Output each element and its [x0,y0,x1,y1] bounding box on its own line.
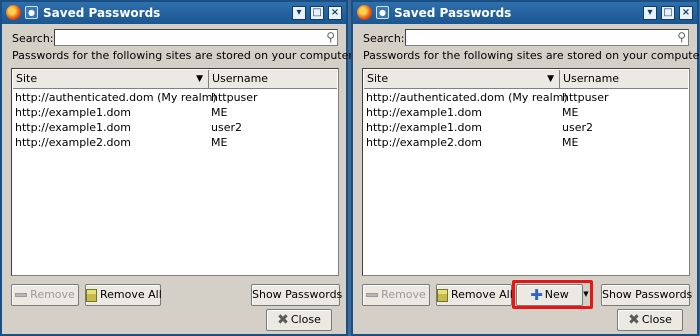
site-cell: http://example2.dom [15,136,131,149]
remove-all-button[interactable]: Remove All [436,284,513,306]
site-cell: http://example2.dom [366,136,482,149]
column-header-site[interactable]: Site ▼ [364,70,560,89]
username-cell: ME [562,136,579,149]
site-cell: http://example1.dom [15,106,131,119]
table-row[interactable]: http://authenticated.dom (My realm) http… [13,90,337,105]
column-header-username-label: Username [212,72,269,85]
table-row[interactable]: http://example2.dom ME [364,135,688,150]
window-menu-icon[interactable]: ● [25,6,38,19]
new-button-label: New [544,288,569,301]
table-row[interactable]: http://example1.dom ME [364,105,688,120]
close-button[interactable]: ✖ Close [266,309,332,331]
trash-icon [437,288,448,302]
search-icon[interactable]: ⚲ [677,30,686,45]
minimize-icon[interactable]: ▾ [292,6,306,20]
show-passwords-button[interactable]: Show Passwords [601,284,693,306]
column-header-site[interactable]: Site ▼ [13,70,209,89]
minimize-icon[interactable]: ▾ [643,6,657,20]
minus-icon [15,293,28,297]
close-button[interactable]: ✖ Close [617,309,683,331]
window-title: Saved Passwords [394,6,512,20]
table-row[interactable]: http://authenticated.dom (My realm) http… [364,90,688,105]
new-button[interactable]: ✚ New [516,284,583,306]
column-header-username-label: Username [563,72,620,85]
site-cell: http://authenticated.dom (My realm) [15,91,217,104]
chevron-down-icon[interactable]: ▼ [582,284,590,306]
plus-icon: ✚ [530,286,543,304]
show-passwords-button[interactable]: Show Passwords [251,284,343,306]
username-cell: httpuser [211,91,258,104]
saved-passwords-window-before: ● Saved Passwords ▾ □ × Search: ⚲ Passwo… [0,0,356,336]
column-header-username[interactable]: Username [209,70,337,89]
table-row[interactable]: http://example1.dom user2 [13,120,337,135]
close-icon[interactable]: × [679,6,693,20]
username-cell: ME [211,136,228,149]
site-cell: http://example1.dom [366,106,482,119]
description-text: Passwords for the following sites are st… [12,49,357,62]
window-menu-icon[interactable]: ● [376,6,389,19]
column-header-site-label: Site [367,72,389,85]
x-icon: ✖ [628,312,640,328]
remove-button-label: Remove [381,288,426,301]
x-icon: ✖ [277,312,289,328]
sort-descending-icon: ▼ [196,74,203,84]
search-input[interactable]: ⚲ [54,29,338,46]
show-passwords-button-label: Show Passwords [252,288,343,301]
table-row[interactable]: http://example1.dom user2 [364,120,688,135]
site-cell: http://example1.dom [366,121,482,134]
column-header-site-label: Site [16,72,38,85]
site-cell: http://authenticated.dom (My realm) [366,91,568,104]
minus-icon [366,293,379,297]
search-label: Search: [12,32,54,45]
table-row[interactable]: http://example1.dom ME [13,105,337,120]
saved-passwords-window-after: ● Saved Passwords ▾ □ × Search: ⚲ Passwo… [351,0,700,336]
search-icon[interactable]: ⚲ [326,30,335,45]
username-cell: user2 [562,121,593,134]
show-passwords-button-label: Show Passwords [602,288,693,301]
site-cell: http://example1.dom [15,121,131,134]
close-icon[interactable]: × [328,6,342,20]
column-header-username[interactable]: Username [560,70,688,89]
username-cell: user2 [211,121,242,134]
table-row[interactable]: http://example2.dom ME [13,135,337,150]
username-cell: ME [211,106,228,119]
remove-button-label: Remove [30,288,75,301]
remove-all-button[interactable]: Remove All [85,284,162,306]
description-text: Passwords for the following sites are st… [363,49,700,62]
remove-button[interactable]: Remove [362,284,430,306]
firefox-icon [357,5,372,20]
maximize-icon[interactable]: □ [661,6,675,20]
password-list[interactable]: Site ▼ Username http://authenticated.dom… [362,68,690,276]
close-button-label: Close [641,313,672,326]
remove-button[interactable]: Remove [11,284,79,306]
search-input[interactable]: ⚲ [405,29,689,46]
trash-icon [86,288,97,302]
sort-descending-icon: ▼ [547,74,554,84]
title-bar[interactable]: ● Saved Passwords ▾ □ × [353,2,697,24]
window-title: Saved Passwords [43,6,161,20]
title-bar[interactable]: ● Saved Passwords ▾ □ × [2,2,346,24]
maximize-icon[interactable]: □ [310,6,324,20]
close-button-label: Close [290,313,321,326]
firefox-icon [6,5,21,20]
username-cell: httpuser [562,91,609,104]
password-list[interactable]: Site ▼ Username http://authenticated.dom… [11,68,339,276]
remove-all-button-label: Remove All [451,288,513,301]
remove-all-button-label: Remove All [100,288,162,301]
username-cell: ME [562,106,579,119]
search-label: Search: [363,32,405,45]
